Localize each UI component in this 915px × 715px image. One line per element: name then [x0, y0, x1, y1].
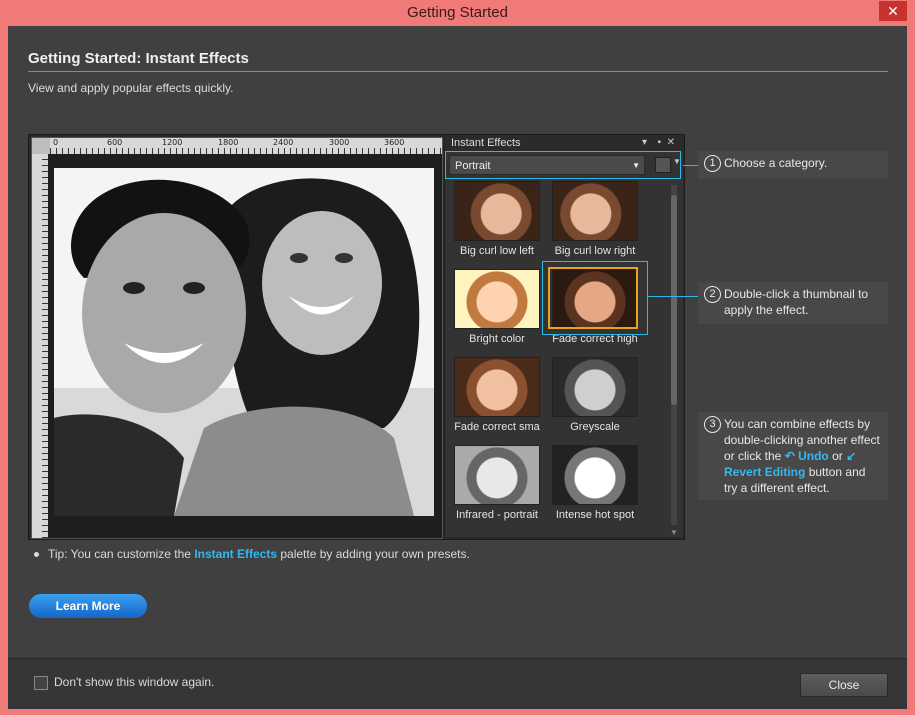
step-number: 3	[704, 416, 721, 433]
instant-effects-illustration: 0 600 1200 1800 2400 3000 3600 Instant E…	[28, 134, 685, 540]
effect-thumbnail[interactable]: Intense hot spot	[547, 445, 643, 531]
palette-title: Instant Effects	[451, 137, 521, 149]
callout-text: Double-click a thumbnail to apply the ef…	[724, 287, 869, 317]
effect-thumbnail[interactable]: Fade correct sma	[449, 357, 545, 443]
step-number: 2	[704, 286, 721, 303]
effect-thumbnail[interactable]: Infrared - portrait	[449, 445, 545, 531]
tip-suffix: palette by adding your own presets.	[280, 547, 470, 561]
getting-started-window: Getting Started ✕ Getting Started: Insta…	[0, 0, 915, 715]
ruler-label: 2400	[273, 138, 294, 147]
callout-step-2: 2 Double-click a thumbnail to apply the …	[698, 282, 888, 324]
callout-connector	[683, 165, 698, 166]
ruler-horizontal: 0 600 1200 1800 2400 3000 3600	[50, 138, 442, 154]
thumbnail-label: Intense hot spot	[555, 509, 635, 521]
category-highlight	[445, 151, 681, 179]
thumbnail-image	[552, 181, 638, 241]
thumbnail-image	[454, 269, 540, 329]
ruler-vertical	[32, 154, 48, 538]
effect-thumbnail[interactable]: Big curl low right	[547, 181, 643, 267]
ruler-label: 1800	[218, 138, 239, 147]
instant-effects-palette: Instant Effects ▾ ▪ ✕ Portrait ▼ ▼ Big c…	[444, 135, 683, 537]
thumbnail-label: Greyscale	[570, 421, 620, 433]
ruler-label: 3000	[329, 138, 350, 147]
palette-header: Instant Effects ▾ ▪ ✕	[445, 135, 683, 151]
footer-bar: Don't show this window again. Close	[8, 658, 907, 709]
ruler-label: 600	[107, 138, 123, 147]
image-canvas: 0 600 1200 1800 2400 3000 3600	[31, 137, 443, 539]
thumbnail-selection-border	[548, 267, 638, 329]
callout-text: Choose a category.	[724, 156, 828, 170]
palette-scrollbar[interactable]: ▼	[670, 185, 678, 537]
instant-effects-link: Instant Effects	[194, 547, 278, 561]
callout-text-or: or	[832, 449, 843, 463]
thumbnail-label: Infrared - portrait	[456, 509, 538, 521]
step-number: 1	[704, 155, 721, 172]
thumbnail-image	[552, 445, 638, 505]
couple-photo	[54, 168, 434, 516]
title-bar: Getting Started ✕	[0, 0, 915, 26]
close-button[interactable]: Close	[800, 673, 888, 697]
effect-thumbnail[interactable]: Greyscale	[547, 357, 643, 443]
effect-thumbnail[interactable]: Bright color	[449, 269, 545, 355]
callout-step-1: 1 Choose a category.	[698, 151, 888, 179]
dont-show-label[interactable]: Don't show this window again.	[54, 675, 214, 689]
divider	[28, 71, 888, 72]
thumbnail-label: Bright color	[469, 333, 525, 345]
thumbnail-label: Big curl low left	[460, 245, 534, 257]
tip-text: Tip: You can customize the Instant Effec…	[34, 547, 470, 561]
thumbnail-label: Big curl low right	[554, 245, 636, 257]
pin-icon[interactable]: ▪	[657, 135, 661, 151]
effect-thumbnail[interactable]: Big curl low left	[449, 181, 545, 267]
ruler-corner	[32, 138, 50, 154]
callout-step-3: 3 You can combine effects by double-clic…	[698, 412, 888, 500]
page-title: Getting Started: Instant Effects	[28, 50, 249, 67]
revert-icon: ↙	[846, 449, 857, 463]
thumbnail-label: Fade correct sma	[454, 421, 540, 433]
ruler-label: 3600	[384, 138, 405, 147]
palette-menu-icon[interactable]: ▾	[642, 135, 647, 151]
revert-editing-label: Revert Editing	[724, 465, 806, 479]
undo-icon: ↶	[784, 449, 795, 463]
dialog-body: Getting Started: Instant Effects View an…	[8, 26, 907, 709]
window-title: Getting Started	[407, 4, 508, 21]
ruler-label: 0	[53, 138, 59, 147]
learn-more-button[interactable]: Learn More	[29, 594, 147, 618]
callout-connector	[647, 296, 698, 297]
scrollbar-thumb[interactable]	[671, 195, 677, 405]
scroll-down-icon[interactable]: ▼	[670, 528, 678, 537]
thumbnail-image	[552, 357, 638, 417]
ruler-label: 1200	[162, 138, 183, 147]
palette-close-icon[interactable]: ✕	[667, 135, 675, 151]
tip-prefix: Tip: You can customize the	[48, 547, 191, 561]
thumbnail-image	[454, 181, 540, 241]
couple-photo-image	[54, 168, 434, 516]
page-subtitle: View and apply popular effects quickly.	[28, 81, 234, 95]
thumbnail-image	[454, 357, 540, 417]
dont-show-checkbox[interactable]	[34, 676, 48, 690]
window-close-button[interactable]: ✕	[879, 1, 907, 21]
thumbnail-image	[454, 445, 540, 505]
bullet	[34, 552, 39, 558]
undo-label: Undo	[798, 449, 829, 463]
